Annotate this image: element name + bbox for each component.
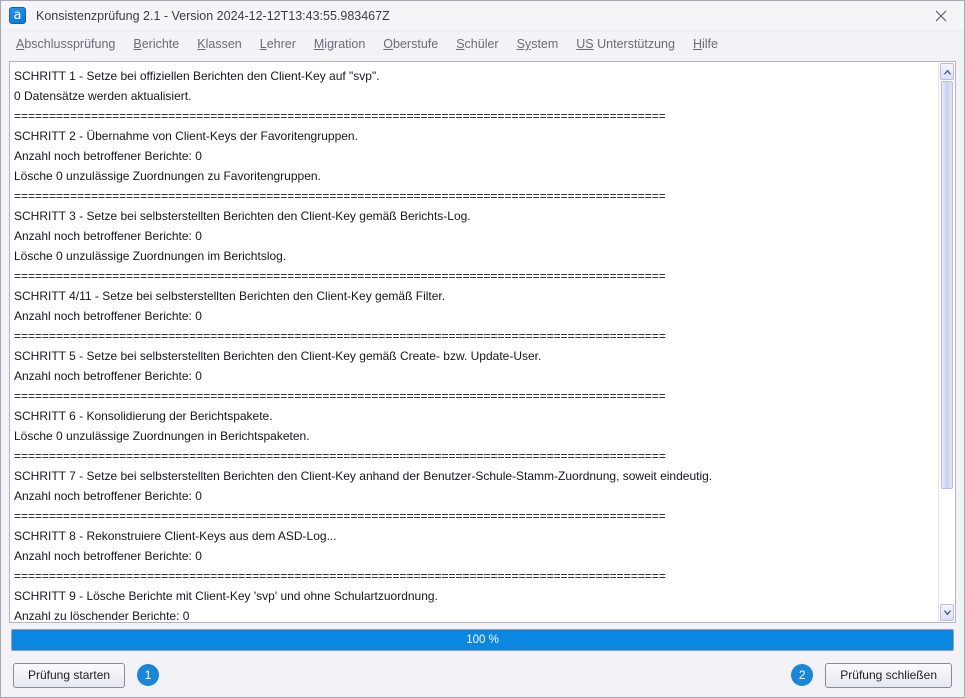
- menu-label: chüler: [464, 37, 499, 51]
- log-line: SCHRITT 4/11 - Setze bei selbsterstellte…: [14, 289, 446, 303]
- menu-item-us-unterstuetzung[interactable]: US Unterstützung: [567, 35, 684, 53]
- menu-bar: Abschlussprüfung Berichte Klassen Lehrer…: [1, 31, 964, 57]
- menu-item-schueler[interactable]: Schüler: [447, 35, 507, 53]
- menu-label: igration: [324, 37, 366, 51]
- menu-item-hilfe[interactable]: Hilfe: [684, 35, 727, 53]
- close-check-button[interactable]: Prüfung schließen: [825, 662, 952, 688]
- log-separator: ========================================…: [14, 389, 666, 403]
- scrollbar-thumb[interactable]: [941, 81, 953, 489]
- log-line: SCHRITT 6 - Konsolidierung der Berichtsp…: [14, 409, 273, 423]
- menu-item-klassen[interactable]: Klassen: [188, 35, 250, 53]
- menu-accelerator: M: [313, 37, 325, 51]
- log-separator: ========================================…: [14, 509, 666, 523]
- log-line: SCHRITT 8 - Rekonstruiere Client-Keys au…: [14, 529, 337, 543]
- log-line: SCHRITT 7 - Setze bei selbsterstellten B…: [14, 469, 713, 483]
- menu-accelerator: L: [259, 37, 267, 51]
- menu-item-berichte[interactable]: Berichte: [124, 35, 188, 53]
- log-separator: ========================================…: [14, 189, 666, 203]
- scroll-down-arrow-icon[interactable]: [940, 604, 954, 621]
- log-separator: ========================================…: [14, 329, 666, 343]
- log-line: Anzahl noch betroffener Berichte: 0: [14, 549, 202, 563]
- log-separator: ========================================…: [14, 569, 666, 583]
- close-icon[interactable]: [918, 1, 964, 31]
- menu-label: erichte: [141, 37, 180, 51]
- log-line: SCHRITT 3 - Setze bei selbsterstellten B…: [14, 209, 471, 223]
- log-line: Lösche 0 unzulässige Zuordnungen in Beri…: [14, 429, 310, 443]
- menu-label: stem: [531, 37, 559, 51]
- log-panel: SCHRITT 1 - Setze bei offiziellen Berich…: [9, 61, 956, 623]
- title-bar: a Konsistenzprüfung 2.1 - Version 2024-1…: [1, 1, 964, 31]
- menu-accelerator: B: [133, 37, 142, 51]
- vertical-scrollbar[interactable]: [938, 62, 955, 622]
- scroll-up-arrow-icon[interactable]: [940, 63, 954, 80]
- log-text-area[interactable]: SCHRITT 1 - Setze bei offiziellen Berich…: [10, 62, 938, 622]
- menu-item-lehrer[interactable]: Lehrer: [251, 35, 305, 53]
- log-line: Lösche 0 unzulässige Zuordnungen zu Favo…: [14, 169, 321, 183]
- log-line: Lösche 0 unzulässige Zuordnungen im Beri…: [14, 249, 287, 263]
- log-line: Anzahl noch betroffener Berichte: 0: [14, 149, 202, 163]
- menu-accelerator: K: [197, 37, 206, 51]
- menu-label: Unterstützung: [593, 37, 675, 51]
- app-icon: a: [9, 7, 26, 24]
- progress-row: 100 %: [1, 623, 964, 653]
- log-line: Anzahl noch betroffener Berichte: 0: [14, 369, 202, 383]
- menu-label: lassen: [205, 37, 242, 51]
- log-line: Anzahl noch betroffener Berichte: 0: [14, 489, 202, 503]
- menu-item-migration[interactable]: Migration: [305, 35, 374, 53]
- menu-accelerator: S: [456, 37, 465, 51]
- application-window: a Konsistenzprüfung 2.1 - Version 2024-1…: [0, 0, 965, 698]
- start-check-button[interactable]: Prüfung starten: [13, 662, 126, 688]
- log-line: SCHRITT 5 - Setze bei selbsterstellten B…: [14, 349, 542, 363]
- log-line: SCHRITT 9 - Lösche Berichte mit Client-K…: [14, 589, 438, 603]
- step-badge-1: 1: [137, 664, 160, 686]
- menu-item-abschlusspruefung[interactable]: Abschlussprüfung: [7, 35, 124, 53]
- menu-item-oberstufe[interactable]: Oberstufe: [374, 35, 447, 53]
- progress-bar: 100 %: [11, 629, 954, 651]
- log-separator: ========================================…: [14, 109, 666, 123]
- log-line: Anzahl noch betroffener Berichte: 0: [14, 229, 202, 243]
- menu-accelerator: H: [692, 37, 702, 51]
- menu-item-system[interactable]: System: [508, 35, 568, 53]
- step-badge-2: 2: [791, 664, 814, 686]
- menu-accelerator: Sy: [516, 37, 532, 51]
- menu-label: ehrer: [266, 37, 296, 51]
- menu-label: bschlussprüfung: [24, 37, 116, 51]
- log-line: 0 Datensätze werden aktualisiert.: [14, 89, 192, 103]
- menu-accelerator: O: [383, 37, 394, 51]
- window-title: Konsistenzprüfung 2.1 - Version 2024-12-…: [36, 8, 390, 23]
- log-line: Anzahl zu löschender Berichte: 0: [14, 609, 190, 622]
- log-line: Anzahl noch betroffener Berichte: 0: [14, 309, 202, 323]
- menu-label: berstufe: [393, 37, 439, 51]
- log-separator: ========================================…: [14, 269, 666, 283]
- menu-accelerator: US: [576, 37, 594, 51]
- log-line: SCHRITT 2 - Übernahme von Client-Keys de…: [14, 129, 358, 143]
- main-content: SCHRITT 1 - Setze bei offiziellen Berich…: [1, 57, 964, 623]
- log-line: SCHRITT 1 - Setze bei offiziellen Berich…: [14, 69, 380, 83]
- progress-bar-label: 100 %: [466, 634, 499, 646]
- menu-label: ilfe: [701, 37, 718, 51]
- log-separator: ========================================…: [14, 449, 666, 463]
- footer-button-row: Prüfung starten 1 2 Prüfung schließen: [1, 653, 964, 697]
